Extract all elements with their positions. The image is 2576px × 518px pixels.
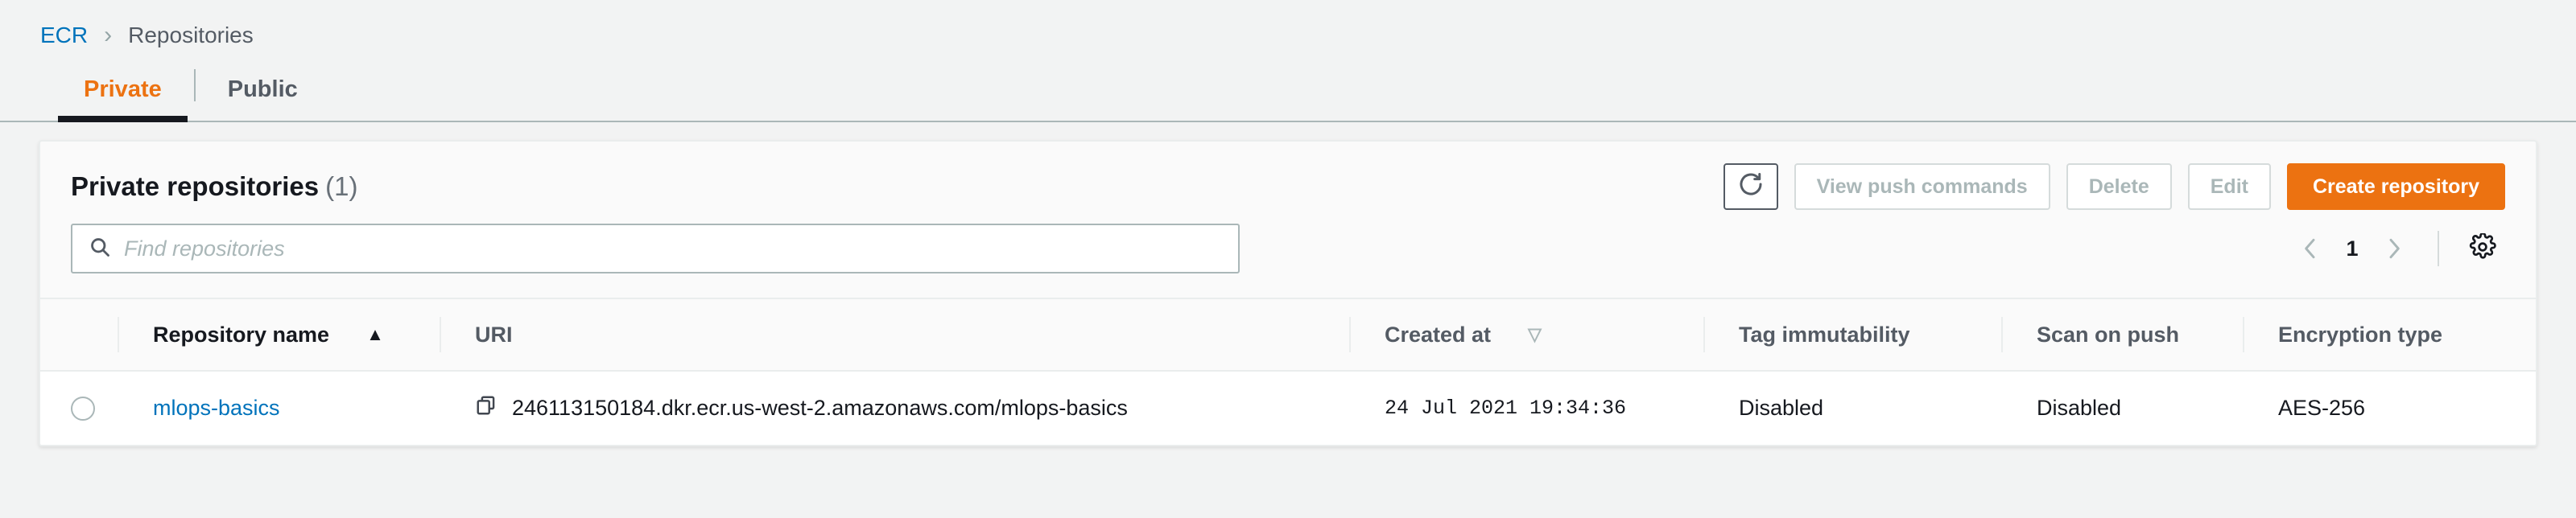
gear-icon — [2469, 233, 2496, 265]
row-encryption-type-cell: AES-256 — [2243, 371, 2536, 445]
created-at-value: 24 Jul 2021 19:34:36 — [1349, 397, 1703, 420]
refresh-icon — [1737, 171, 1765, 204]
page-title-text: Private repositories — [71, 171, 319, 201]
table-header-tag-immutability[interactable]: Tag immutability — [1703, 298, 2001, 371]
tab-public-label: Public — [228, 78, 298, 103]
table-header-scan-on-push[interactable]: Scan on push — [2001, 298, 2243, 371]
row-tag-immutability-cell: Disabled — [1703, 371, 2001, 445]
panel-actions: View push commands Delete Edit Create re… — [1724, 163, 2505, 210]
tab-public[interactable]: Public — [196, 78, 330, 121]
row-uri-cell: 246113150184.dkr.ecr.us-west-2.amazonaws… — [440, 371, 1349, 445]
encryption-type-value: AES-256 — [2243, 396, 2536, 421]
search-input[interactable]: Find repositories — [71, 224, 1240, 273]
row-radio-button[interactable] — [71, 397, 95, 421]
search-placeholder: Find repositories — [124, 236, 285, 261]
breadcrumb-current-repositories: Repositories — [128, 23, 254, 48]
chevron-right-icon: › — [104, 23, 112, 47]
edit-button[interactable]: Edit — [2188, 163, 2271, 210]
table-head: Repository name ▲ URI Created at ▽ — [40, 298, 2536, 371]
table-row: mlops-basics 246113150184.dkr.ecr.us-wes… — [40, 371, 2536, 445]
sort-descending-icon: ▽ — [1528, 326, 1542, 343]
table-header-scan-on-push-label: Scan on push — [2037, 323, 2179, 347]
row-created-at-cell: 24 Jul 2021 19:34:36 — [1349, 371, 1703, 445]
table-header-created-at-label: Created at — [1385, 323, 1491, 347]
tab-bar: Private Public — [0, 48, 2576, 122]
pagination-prev-button[interactable] — [2288, 226, 2333, 271]
search-icon — [89, 236, 111, 262]
scan-on-push-value: Disabled — [2001, 396, 2243, 421]
repository-uri-text: 246113150184.dkr.ecr.us-west-2.amazonaws… — [512, 396, 1128, 421]
page-title: Private repositories(1) — [71, 171, 357, 202]
row-scan-on-push-cell: Disabled — [2001, 371, 2243, 445]
table-header-tag-immutability-label: Tag immutability — [1739, 323, 1910, 347]
repository-name-link[interactable]: mlops-basics — [153, 396, 280, 420]
row-repository-name-cell: mlops-basics — [118, 371, 440, 445]
table-header-select — [40, 298, 118, 371]
copy-icon[interactable] — [475, 394, 497, 422]
tab-private-label: Private — [84, 78, 162, 103]
table-header-row: Repository name ▲ URI Created at ▽ — [40, 298, 2536, 371]
breadcrumb: ECR › Repositories — [0, 0, 2576, 48]
tab-private[interactable]: Private — [52, 78, 194, 121]
table-body: mlops-basics 246113150184.dkr.ecr.us-wes… — [40, 371, 2536, 445]
settings-button[interactable] — [2460, 226, 2505, 271]
table-header-repository-name-label: Repository name — [153, 323, 329, 347]
refresh-button[interactable] — [1724, 163, 1778, 210]
repository-count: (1) — [325, 171, 357, 201]
view-push-commands-button[interactable]: View push commands — [1794, 163, 2050, 210]
pagination-next-button[interactable] — [2372, 226, 2417, 271]
repositories-panel: Private repositories(1) View push comman… — [39, 140, 2537, 446]
row-select-cell — [40, 371, 118, 445]
table-header-encryption-type[interactable]: Encryption type — [2243, 298, 2536, 371]
table-header-encryption-type-label: Encryption type — [2278, 323, 2442, 347]
table-header-uri[interactable]: URI — [440, 298, 1349, 371]
pagination-page-1[interactable]: 1 — [2336, 236, 2368, 261]
table-header-created-at[interactable]: Created at ▽ — [1349, 298, 1703, 371]
breadcrumb-link-ecr[interactable]: ECR — [40, 23, 88, 48]
filter-row: Find repositories 1 — [40, 206, 2536, 298]
repositories-table: Repository name ▲ URI Created at ▽ — [40, 298, 2536, 445]
sort-ascending-icon: ▲ — [366, 326, 384, 343]
pagination-divider — [2438, 231, 2439, 266]
tag-immutability-value: Disabled — [1703, 396, 2001, 421]
table-header-uri-label: URI — [475, 323, 513, 347]
create-repository-button[interactable]: Create repository — [2287, 163, 2505, 210]
pagination: 1 — [2288, 226, 2505, 271]
delete-button[interactable]: Delete — [2066, 163, 2172, 210]
panel-header: Private repositories(1) View push comman… — [40, 142, 2536, 206]
table-header-repository-name[interactable]: Repository name ▲ — [118, 298, 440, 371]
